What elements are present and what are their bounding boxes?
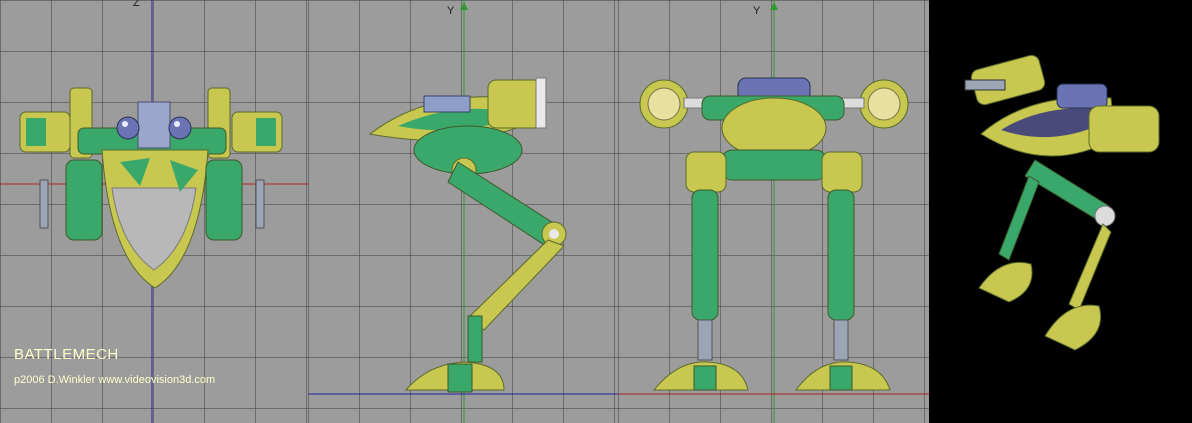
mech-back-view — [639, 77, 909, 391]
caption-credit: p2006 D.Winkler www.videovision3d.com — [14, 374, 216, 386]
caption-title: BATTLEMECH — [14, 346, 119, 363]
viewport-back[interactable]: Y — [618, 0, 929, 423]
viewport-side[interactable]: Y — [308, 0, 618, 423]
mech-side-view — [368, 77, 567, 393]
viewport-front[interactable]: Z BATTLEMECH p2006 D.Winkler www.videovi… — [0, 0, 308, 423]
viewport-render[interactable] — [929, 0, 1192, 423]
mech-perspective-render — [964, 54, 1160, 351]
